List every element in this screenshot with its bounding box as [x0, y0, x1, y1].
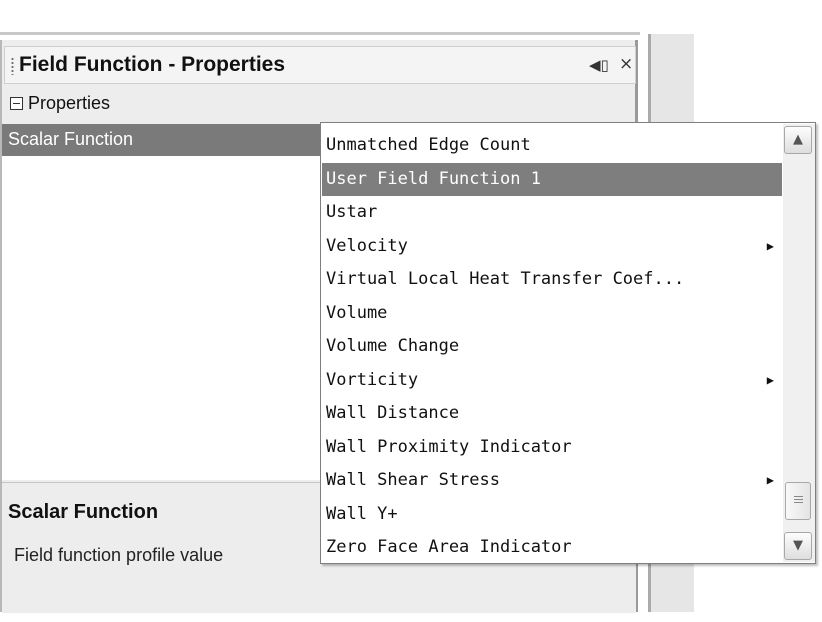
dropdown-item-label: Wall Y+: [326, 503, 398, 524]
dropdown-item[interactable]: Ustar: [322, 196, 782, 230]
property-key-label: Scalar Function: [8, 129, 134, 149]
dropdown-item[interactable]: Virtual Local Heat Transfer Coef...: [322, 263, 782, 297]
pin-icon[interactable]: ◀▯: [589, 56, 609, 74]
dropdown-item[interactable]: User Field Function 1: [322, 162, 782, 196]
dropdown-item[interactable]: Zero Face Area Indicator: [322, 531, 782, 565]
description-title: Scalar Function: [8, 501, 159, 523]
properties-group-row[interactable]: Properties: [4, 90, 636, 120]
dropdown-item-label: Velocity: [326, 235, 408, 256]
dropdown-item[interactable]: Wall Proximity Indicator: [322, 431, 782, 465]
top-strip: [0, 0, 640, 35]
panel-header: Field Function - Properties ◀▯ ×: [4, 46, 636, 84]
scroll-down-icon[interactable]: ▼: [784, 532, 812, 560]
dropdown-item-label: Wall Shear Stress: [326, 470, 500, 490]
drag-grip-icon[interactable]: [11, 57, 14, 75]
dropdown-item-label: Wall Proximity Indicator: [326, 436, 572, 457]
dropdown-item[interactable]: Wall Shear Stress ▶: [322, 464, 782, 498]
thumb-grip-icon: [794, 496, 803, 505]
dropdown-item[interactable]: Volume Change: [322, 330, 782, 364]
dropdown-item[interactable]: Velocity ▶: [322, 230, 782, 264]
dropdown-item[interactable]: Vorticity ▶: [322, 364, 782, 398]
dropdown-item-label: Virtual Local Heat Transfer Coef...: [326, 269, 685, 289]
dropdown-item-label: Volume Change: [326, 336, 460, 356]
dropdown-item-label: Unmatched Edge Count: [326, 135, 531, 155]
scalar-function-dropdown[interactable]: Unmatched Edge Count User Field Function …: [320, 122, 816, 564]
collapse-icon[interactable]: [10, 97, 23, 110]
dropdown-item-label: Wall Distance: [326, 403, 460, 423]
scroll-thumb[interactable]: [785, 482, 811, 520]
close-icon[interactable]: ×: [619, 54, 633, 74]
submenu-arrow-icon: ▶: [766, 473, 774, 487]
dropdown-item[interactable]: Wall Y+: [322, 498, 782, 532]
dropdown-item[interactable]: Wall Distance: [322, 397, 782, 431]
dropdown-item[interactable]: Volume: [322, 297, 782, 331]
submenu-arrow-icon: ▶: [766, 238, 774, 253]
panel-title: Field Function - Properties: [19, 53, 286, 76]
dropdown-item-label: Ustar: [326, 202, 378, 222]
description-text: Field function profile value: [14, 545, 224, 565]
dropdown-item-label: Volume: [326, 302, 388, 323]
properties-group-label: Properties: [28, 93, 111, 113]
scroll-up-icon[interactable]: ▲: [784, 126, 812, 154]
dropdown-item-label: Vorticity: [326, 369, 419, 390]
dropdown-scrollbar[interactable]: ▲ ▼: [783, 124, 815, 562]
dropdown-item[interactable]: Unmatched Edge Count: [322, 129, 782, 163]
dropdown-item-label: User Field Function 1: [326, 168, 541, 189]
dropdown-list: Unmatched Edge Count User Field Function …: [322, 129, 782, 565]
submenu-arrow-icon: ▶: [766, 372, 774, 387]
property-row-scalar-function[interactable]: Scalar Function: [2, 124, 324, 156]
dropdown-item-label: Zero Face Area Indicator: [326, 537, 572, 557]
